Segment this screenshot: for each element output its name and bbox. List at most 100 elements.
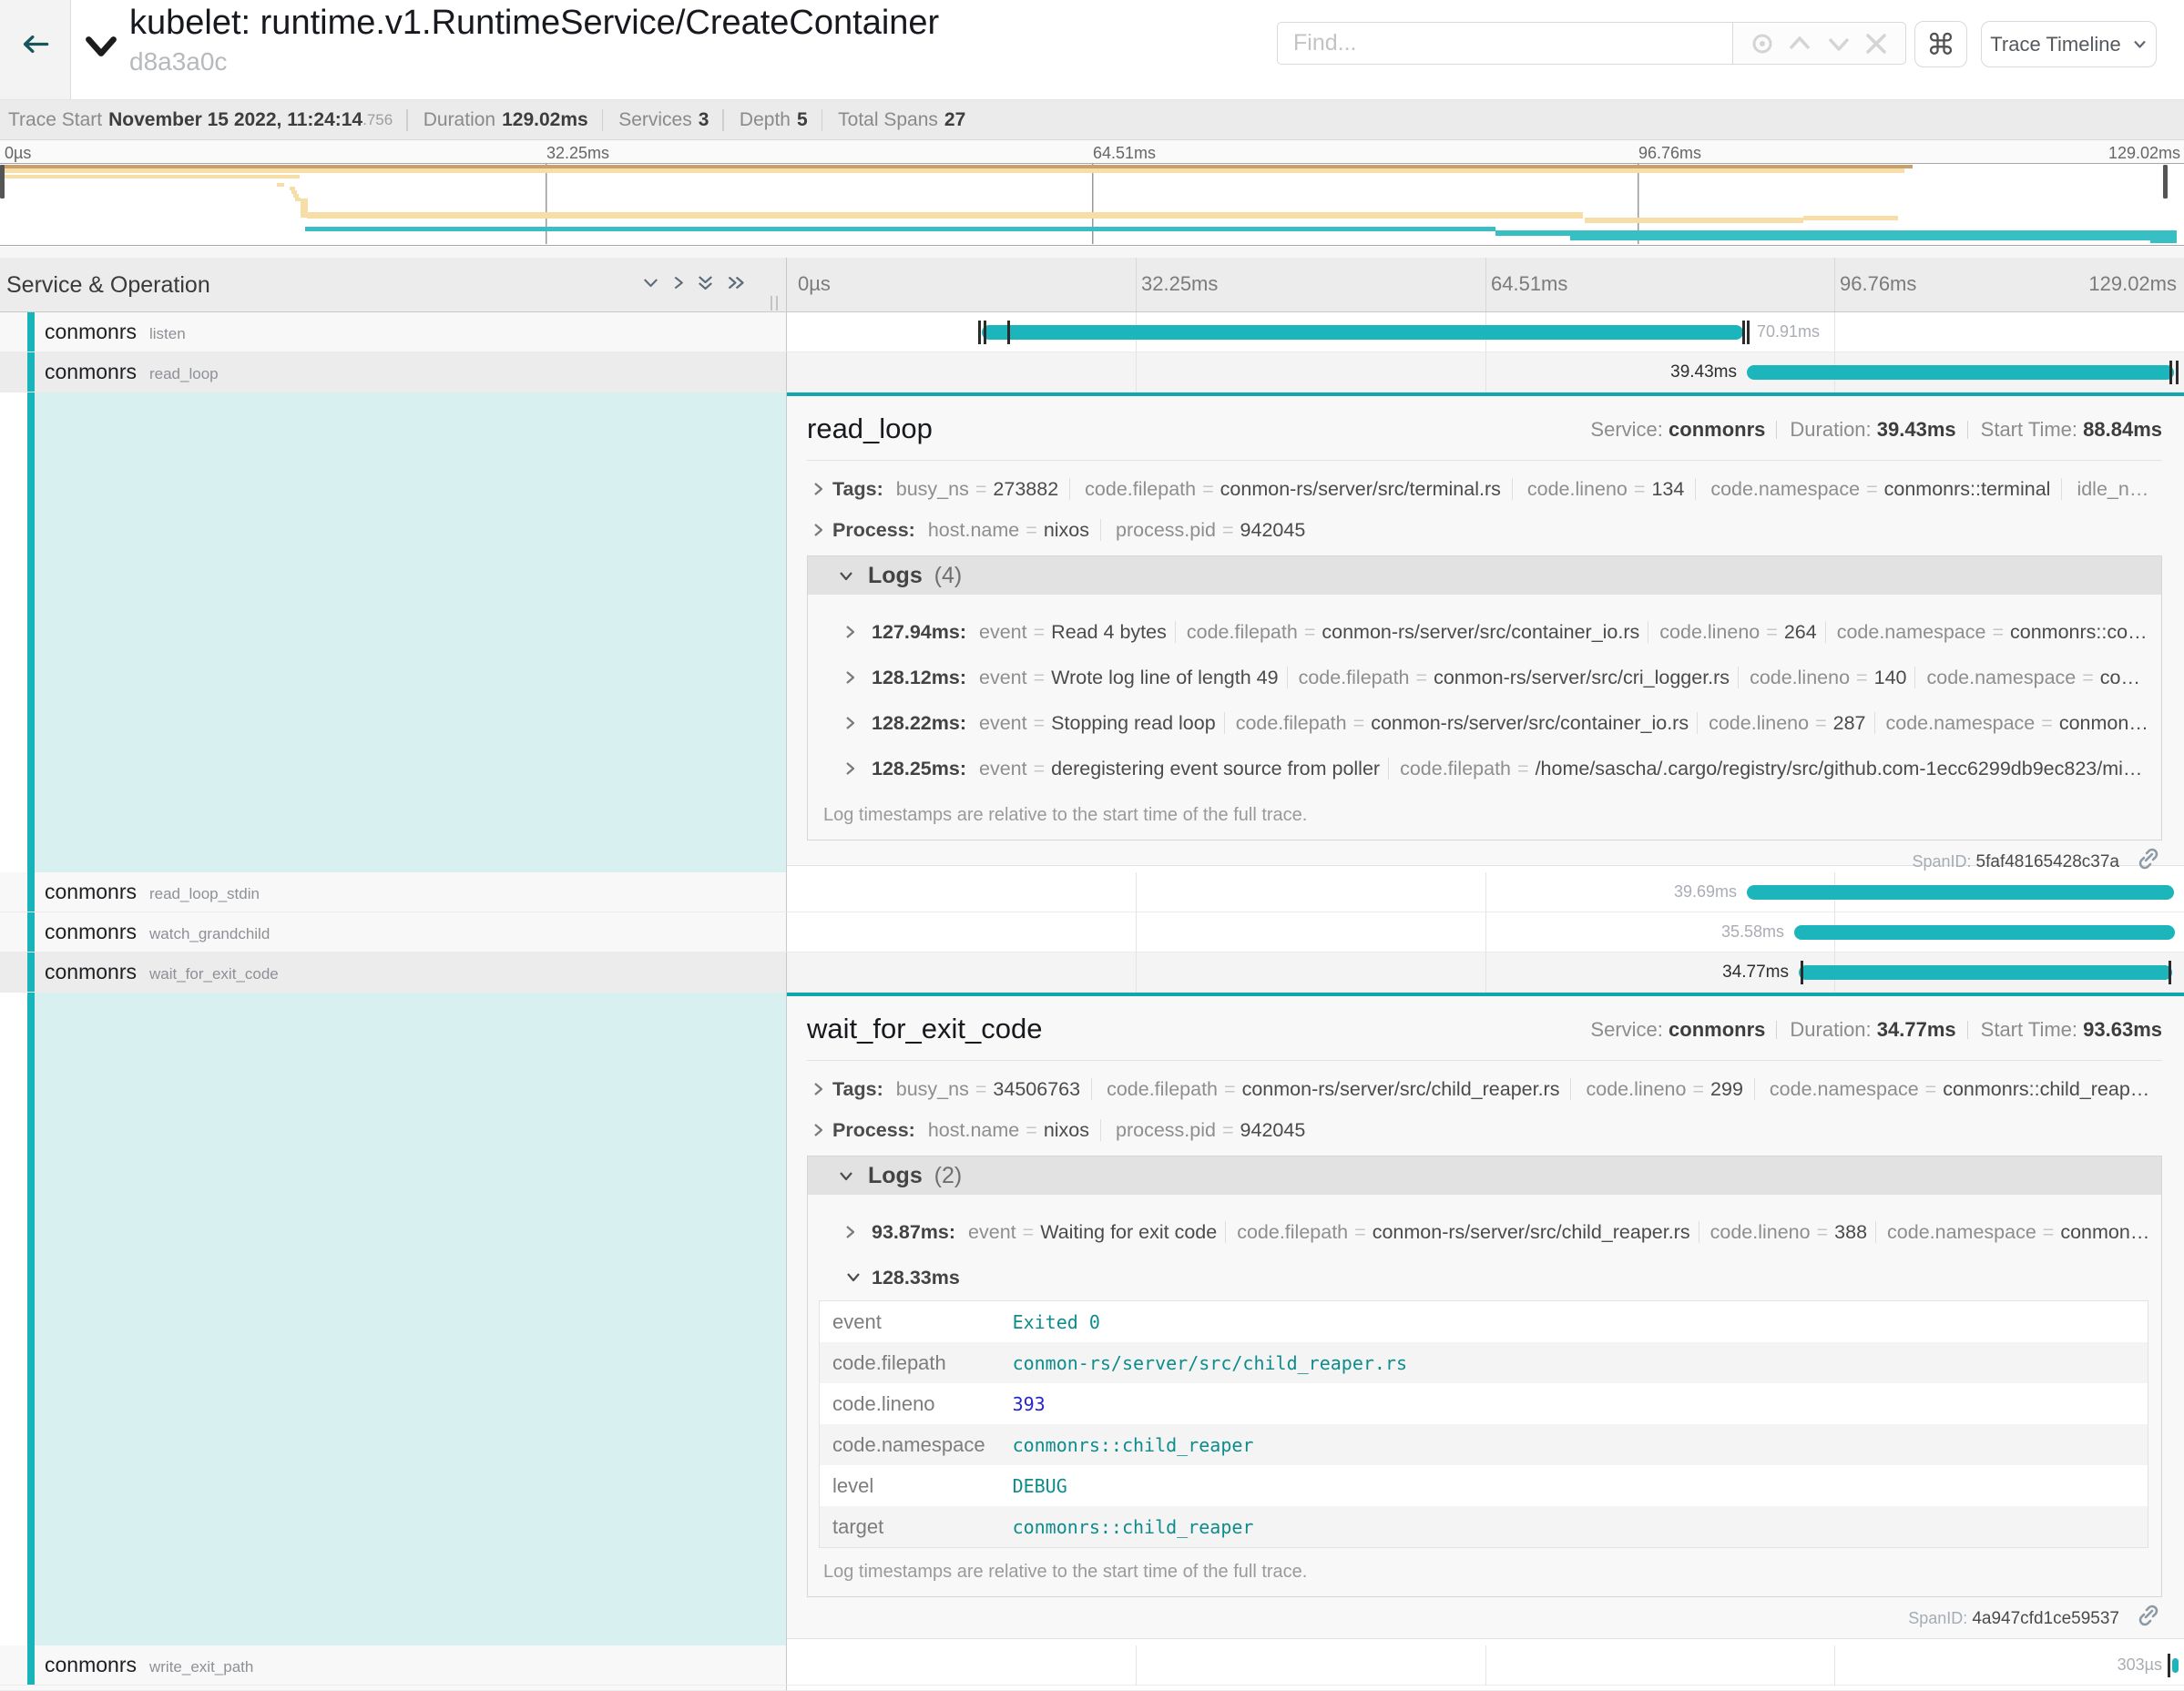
span-row-write-exit-path: conmonrswrite_exit_path 303µs bbox=[0, 1645, 2184, 1686]
span-name-cell[interactable]: conmonrsread_loop_stdin bbox=[0, 872, 787, 912]
grid-line bbox=[1136, 1645, 1137, 1686]
span-bar-rect[interactable] bbox=[1747, 885, 2174, 900]
log-entry[interactable]: 128.22ms:event=Stopping read loopcode.fi… bbox=[808, 700, 2161, 746]
span-bar-rect[interactable] bbox=[1799, 965, 2172, 980]
service-name: conmonrs bbox=[45, 960, 137, 983]
span-name-cell[interactable]: conmonrswatch_grandchild bbox=[0, 912, 787, 952]
log-field-row: code.filepathconmon-rs/server/src/child_… bbox=[820, 1342, 2148, 1383]
process-accordian[interactable]: Process:host.name=nixosprocess.pid=94204… bbox=[807, 1110, 2162, 1151]
span-name-cell[interactable]: conmonrswrite_exit_path bbox=[0, 1645, 787, 1686]
logs-header[interactable]: Logs (4) bbox=[808, 556, 2161, 595]
span-name-cell[interactable]: conmonrswait_for_exit_code bbox=[0, 952, 787, 993]
timeline-tick-labels: 0µs 32.25ms 64.51ms 96.76ms 129.02ms bbox=[787, 258, 2184, 311]
equals-sign: = bbox=[1517, 758, 1529, 779]
kv-pair: code.lineno=287 bbox=[1709, 712, 1865, 734]
span-row-watch-grandchild: conmonrswatch_grandchild 35.58ms bbox=[0, 912, 2184, 952]
minimap-scrubber-handle[interactable] bbox=[0, 165, 5, 199]
span-name: conmonrsread_loop_stdin bbox=[45, 872, 260, 913]
divider bbox=[1069, 478, 1070, 500]
divider bbox=[1875, 1221, 1876, 1243]
minimap-span-segment bbox=[3, 175, 300, 178]
minimap-scrubber-handle[interactable] bbox=[2163, 165, 2168, 199]
span-detail-row-read-loop: read_loop Service: conmonrsDuration: 39.… bbox=[0, 392, 2184, 872]
equals-sign: = bbox=[1034, 667, 1046, 688]
collapse-all-icon[interactable] bbox=[697, 274, 714, 291]
deep-link-icon[interactable] bbox=[2135, 1602, 2162, 1629]
trace-minimap: 0µs 32.25ms 64.51ms 96.76ms 129.02ms bbox=[0, 140, 2184, 246]
equals-sign: = bbox=[1222, 1119, 1234, 1141]
operation-name: write_exit_path bbox=[149, 1658, 253, 1676]
span-bar-rect[interactable] bbox=[2172, 1658, 2179, 1673]
chevron-down-icon bbox=[2132, 36, 2148, 52]
spanid-label: SpanID: bbox=[1908, 1609, 1967, 1627]
detail-summary-rows: Tags:busy_ns=34506763code.filepath=conmo… bbox=[807, 1061, 2162, 1151]
span-bar-rect[interactable] bbox=[982, 325, 1743, 340]
process-accordian[interactable]: Process:host.name=nixosprocess.pid=94204… bbox=[807, 510, 2162, 551]
detail-summary-rows: Tags:busy_ns=273882code.filepath=conmon-… bbox=[807, 461, 2162, 551]
name-column-header: Service & Operation bbox=[0, 258, 787, 311]
log-marker-tick bbox=[984, 321, 986, 344]
keyboard-shortcuts-button[interactable]: ⌘ bbox=[1914, 21, 1967, 67]
prev-result-icon[interactable] bbox=[1783, 27, 1816, 60]
span-duration-label: 39.43ms bbox=[1670, 362, 1737, 382]
minimap-span-segment bbox=[0, 165, 1913, 168]
log-field-key: code.namespace bbox=[820, 1424, 1000, 1465]
column-resizer-grip[interactable] bbox=[768, 294, 781, 312]
log-entry-expanded[interactable]: 128.33ms bbox=[808, 1255, 2161, 1300]
tags-accordian[interactable]: Tags:busy_ns=34506763code.filepath=conmo… bbox=[807, 1069, 2162, 1110]
equals-sign: = bbox=[1925, 1078, 1937, 1100]
span-bar-rect[interactable] bbox=[1794, 925, 2175, 940]
divider bbox=[1776, 421, 1777, 439]
span-timeline-cell[interactable]: 303µs bbox=[787, 1645, 2184, 1686]
log-entry[interactable]: 93.87ms:event=Waiting for exit codecode.… bbox=[808, 1209, 2161, 1255]
span-timeline-cell[interactable]: 70.91ms bbox=[787, 312, 2184, 352]
back-button[interactable] bbox=[0, 0, 71, 99]
collapse-one-icon[interactable] bbox=[642, 275, 659, 290]
collapse-trace-chevron-icon[interactable] bbox=[85, 34, 117, 59]
minimap-span-segment bbox=[295, 198, 301, 201]
log-entry[interactable]: 127.94ms:event=Read 4 bytescode.filepath… bbox=[808, 609, 2161, 655]
equals-sign: = bbox=[1026, 1119, 1037, 1141]
title-block: kubelet: runtime.v1.RuntimeService/Creat… bbox=[129, 4, 939, 76]
expand-all-icon[interactable] bbox=[726, 275, 746, 290]
grid-line bbox=[1485, 1645, 1486, 1686]
span-timeline-cell[interactable]: 34.77ms bbox=[787, 952, 2184, 993]
logs-header[interactable]: Logs (2) bbox=[808, 1156, 2161, 1195]
tags-accordian[interactable]: Tags:busy_ns=273882code.filepath=conmon-… bbox=[807, 469, 2162, 510]
log-marker-tick bbox=[1747, 321, 1750, 344]
log-entry[interactable]: 128.12ms:event=Wrote log line of length … bbox=[808, 655, 2161, 700]
span-name-cell[interactable]: conmonrslisten bbox=[0, 312, 787, 352]
span-bar-rect[interactable] bbox=[1747, 365, 2174, 380]
trace-view-selector[interactable]: Trace Timeline bbox=[1981, 21, 2157, 67]
divider bbox=[1695, 478, 1696, 500]
detail-indent-fill[interactable] bbox=[35, 392, 786, 872]
chevron-down-icon bbox=[837, 1166, 855, 1185]
log-entries: 93.87ms:event=Waiting for exit codecode.… bbox=[808, 1195, 2161, 1548]
log-marker-tick bbox=[978, 321, 981, 344]
expand-one-icon[interactable] bbox=[671, 275, 685, 290]
divider bbox=[1825, 621, 1826, 643]
service-operation-header: Service & Operation bbox=[6, 272, 210, 299]
detail-service-label: Service: bbox=[1590, 418, 1662, 441]
span-timeline-cell[interactable]: 35.58ms bbox=[787, 912, 2184, 952]
next-result-icon[interactable] bbox=[1822, 27, 1855, 60]
kv-pair: event=deregistering event source from po… bbox=[979, 758, 1380, 779]
detail-start-value: 88.84ms bbox=[2083, 418, 2162, 441]
deep-link-icon[interactable] bbox=[2135, 845, 2162, 872]
locate-icon[interactable] bbox=[1747, 28, 1778, 59]
clear-find-icon[interactable] bbox=[1861, 28, 1892, 59]
equals-sign: = bbox=[1023, 1221, 1035, 1243]
detail-span-title: read_loop bbox=[807, 413, 933, 445]
span-timeline-cell[interactable]: 39.43ms bbox=[787, 352, 2184, 392]
timeline-tick-4: 129.02ms bbox=[2088, 272, 2177, 296]
kv-pair: code.lineno=299 bbox=[1586, 1078, 1742, 1100]
log-marker-tick bbox=[1007, 321, 1010, 344]
span-name-cell[interactable]: conmonrsread_loop bbox=[0, 352, 787, 392]
minimap-canvas[interactable] bbox=[0, 163, 2184, 246]
detail-indent-fill[interactable] bbox=[35, 993, 786, 1645]
span-timeline-cell[interactable]: 39.69ms bbox=[787, 872, 2184, 912]
log-entry[interactable]: 128.25ms:event=deregistering event sourc… bbox=[808, 746, 2161, 791]
logs-accordian: Logs (4) 127.94ms:event=Read 4 bytescode… bbox=[807, 555, 2162, 840]
divider bbox=[1100, 1119, 1101, 1141]
find-input[interactable] bbox=[1277, 22, 1732, 65]
